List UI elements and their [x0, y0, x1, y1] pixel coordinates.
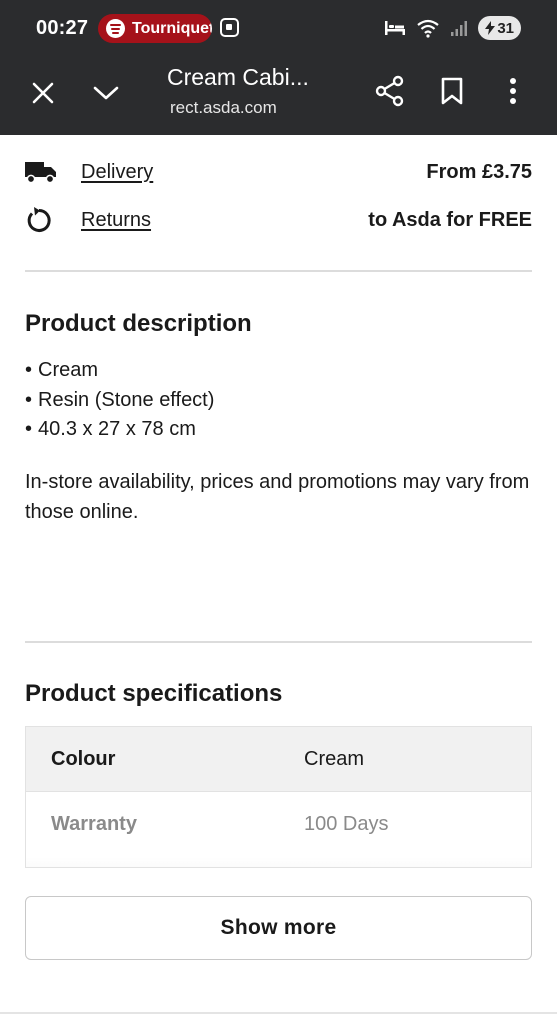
media-title: Tourniquet	[132, 19, 212, 37]
more-options-button[interactable]	[498, 70, 528, 112]
delivery-price: From £3.75	[426, 160, 532, 183]
spec-value: Cream	[304, 747, 365, 770]
spec-value: 100 Days	[304, 813, 389, 835]
description-bullets: Cream Resin (Stone effect) 40.3 x 27 x 7…	[25, 356, 214, 445]
returns-info: to Asda for FREE	[368, 208, 532, 231]
delivery-truck-icon	[25, 162, 56, 184]
show-more-button[interactable]: Show more	[25, 896, 532, 960]
wifi-icon	[417, 19, 439, 38]
section-divider	[25, 270, 532, 272]
battery-level: 31	[497, 19, 514, 37]
screen-record-icon	[220, 18, 239, 37]
section-divider	[25, 641, 532, 643]
spec-key: Warranty	[51, 813, 137, 835]
list-item: Resin (Stone effect)	[25, 386, 214, 416]
status-bar: 00:27 Tourniquet 31	[0, 0, 557, 56]
more-vertical-icon	[510, 78, 516, 104]
delivery-link[interactable]: Delivery	[81, 161, 153, 184]
table-fade-overlay	[26, 857, 531, 867]
charging-bolt-icon	[485, 21, 496, 35]
chevron-down-icon	[93, 86, 119, 100]
bookmark-icon	[441, 77, 463, 105]
custom-tab-toolbar: Cream Cabi... rect.asda.com	[0, 56, 557, 135]
returns-link[interactable]: Returns	[81, 209, 151, 232]
status-time: 00:27	[36, 17, 89, 39]
close-icon	[32, 82, 54, 104]
returns-icon	[27, 207, 51, 232]
bottom-divider	[0, 1012, 557, 1014]
sleep-mode-icon	[385, 21, 406, 35]
delivery-row: Delivery From £3.75	[25, 152, 532, 192]
product-description-heading: Product description	[25, 310, 252, 337]
close-tab-button[interactable]	[24, 74, 62, 112]
specifications-table: Colour Cream Warranty 100 Days	[25, 726, 532, 868]
list-item: 40.3 x 27 x 78 cm	[25, 415, 214, 445]
page-url[interactable]: rect.asda.com	[170, 98, 277, 118]
battery-indicator: 31	[478, 16, 521, 40]
list-item: Cream	[25, 356, 214, 386]
share-button[interactable]	[370, 70, 410, 112]
product-specifications-heading: Product specifications	[25, 680, 283, 707]
returns-row: Returns to Asda for FREE	[25, 200, 532, 240]
share-icon	[375, 75, 404, 107]
spec-key: Colour	[51, 747, 116, 770]
minimize-tab-button[interactable]	[86, 74, 126, 112]
table-row: Warranty 100 Days	[26, 792, 531, 857]
spotify-now-playing[interactable]: Tourniquet	[98, 14, 212, 43]
page-title: Cream Cabi...	[167, 64, 309, 90]
browser-chrome: 00:27 Tourniquet 31 Cream Cabi... rect.a…	[0, 0, 557, 135]
signal-icon	[451, 21, 468, 36]
table-row: Colour Cream	[26, 727, 531, 792]
availability-disclaimer: In-store availability, prices and promot…	[25, 471, 530, 523]
spotify-icon	[106, 19, 125, 38]
bookmark-button[interactable]	[434, 70, 470, 112]
status-icons: 31	[384, 16, 521, 40]
